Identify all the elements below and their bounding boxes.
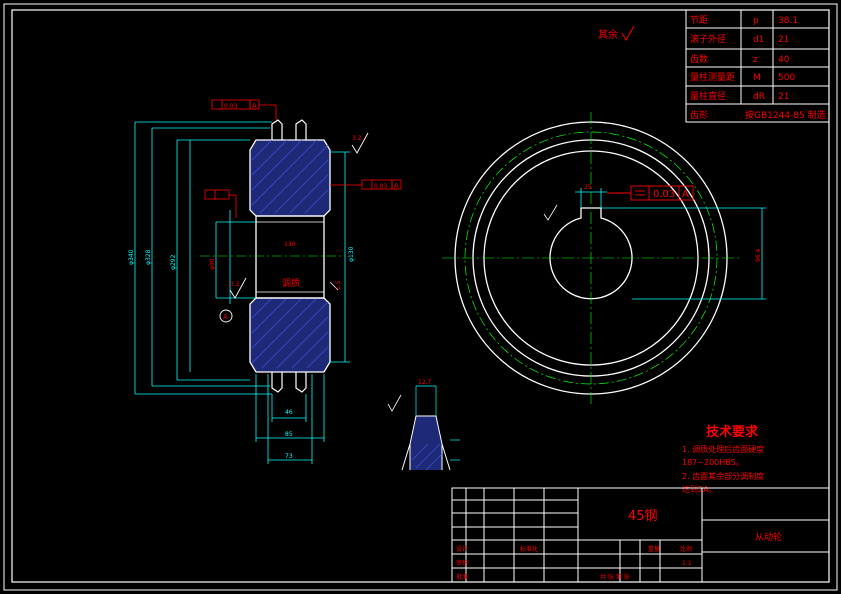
bore-label: 130 — [284, 241, 296, 248]
param-name-1: 滚子外径 — [690, 33, 726, 45]
param-symbol-1: d1 — [753, 35, 764, 45]
param-table — [685, 9, 830, 123]
material-label: 45钢 — [628, 509, 658, 524]
label-weight: 重量 — [648, 545, 660, 553]
param-symbol-3: M — [753, 73, 761, 83]
section-upper — [249, 139, 331, 217]
front-view: 96.4 25 0.03 A — [442, 112, 766, 405]
dim-od-outer: φ340 — [128, 249, 135, 265]
param-table-text: 节距 p 38.1 滚子外径 d1 21 齿数 z 40 量柱测量距 M 500… — [690, 15, 826, 121]
param-value-2: 40 — [778, 55, 790, 65]
roughness-value-left: 3.2 — [230, 281, 240, 288]
param-name-5: 齿形 — [690, 109, 708, 121]
param-symbol-4: dR — [753, 92, 765, 102]
param-name-2: 齿数 — [690, 53, 708, 65]
tooth-detail: 12.7 — [387, 379, 460, 471]
param-value-3: 500 — [778, 73, 795, 83]
dim-bottom-73: 73 — [285, 453, 293, 460]
param-value-1: 21 — [778, 35, 789, 45]
param-value-5: 按GB1244-85 制造 — [745, 109, 826, 121]
label-scale: 比例 — [680, 545, 692, 553]
top-tolerance-value: 0.03 — [224, 103, 238, 110]
dim-bottom-46: 46 — [285, 409, 293, 416]
dim-hub: φ130 — [348, 246, 355, 262]
param-value-0: 38.1 — [778, 16, 798, 26]
param-name-0: 节距 — [690, 15, 708, 26]
datum-a-label: A — [223, 313, 228, 321]
tech-item-3: 达到2A。 — [682, 484, 717, 494]
front-tolerance-value: 0.03 — [653, 189, 675, 200]
tooth-dim-top: 12.7 — [418, 379, 432, 386]
param-name-3: 量柱测量距 — [690, 71, 735, 83]
right-tolerance-value: 0.03 — [374, 183, 388, 190]
center-note: 调质 — [282, 277, 300, 289]
dim-od-third: φ292 — [170, 254, 177, 270]
roughness-symbol-icon — [621, 25, 635, 42]
scale-value: 1:1 — [682, 560, 692, 567]
right-tolerance-datum: A — [394, 182, 399, 190]
label-designer: 设计 — [456, 545, 468, 553]
roughness-value-right: 3.2 — [352, 135, 362, 142]
label-approver: 批准 — [456, 573, 468, 581]
dim-bottom-85: 85 — [285, 431, 293, 438]
section-lower — [249, 297, 331, 373]
tech-requirements: 技术要求 1. 调质处理后齿面硬度 187~200HBS。 2. 齿面其余部分调… — [682, 424, 764, 494]
key-width: 25 — [584, 184, 592, 191]
front-roughness-mark — [543, 204, 558, 221]
dim-bore: φ90 — [209, 258, 216, 270]
tech-item-2: 2. 齿面其余部分调制度 — [682, 471, 764, 481]
param-name-4: 量柱直径 — [690, 90, 726, 102]
dim-od-second: φ328 — [145, 249, 152, 265]
label-sheet: 共 张 第 张 — [600, 573, 630, 581]
param-symbol-0: p — [753, 16, 759, 26]
part-name: 从动轮 — [755, 531, 782, 543]
side-view: φ340 φ328 φ292 φ90 φ130 130 调质 0.03 A 0.… — [128, 99, 402, 464]
tech-item-0: 1. 调质处理后齿面硬度 — [682, 444, 764, 454]
front-tolerance-datum: A — [682, 189, 689, 200]
param-symbol-2: z — [753, 55, 758, 65]
keyway-dim: 96.4 — [755, 248, 762, 262]
tech-item-1: 187~200HBS。 — [682, 458, 744, 467]
tech-title: 技术要求 — [706, 424, 759, 440]
top-tolerance-datum: A — [252, 102, 257, 110]
param-value-4: 21 — [778, 92, 789, 102]
chamfer-label: 1.5 — [335, 280, 342, 290]
label-standard: 标准化 — [520, 545, 538, 553]
roughness-note: 其余 — [598, 28, 618, 41]
label-checker: 审核 — [456, 559, 468, 567]
cad-drawing: 节距 p 38.1 滚子外径 d1 21 齿数 z 40 量柱测量距 M 500… — [3, 3, 838, 591]
